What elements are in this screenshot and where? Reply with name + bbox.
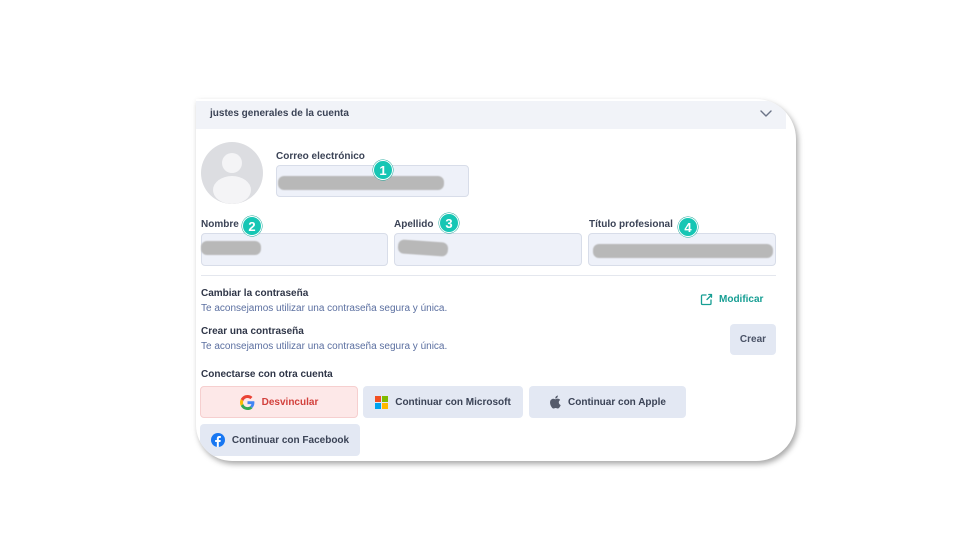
apple-button[interactable]: Continuar con Apple: [529, 386, 686, 418]
create-password-desc: Te aconsejamos utilizar una contraseña s…: [201, 341, 448, 352]
badge-1: 1: [373, 160, 393, 180]
facebook-button[interactable]: Continuar con Facebook: [200, 424, 360, 456]
edit-icon: [700, 293, 713, 306]
last-name-label: Apellido: [394, 219, 434, 230]
create-password-title: Crear una contraseña: [201, 326, 304, 337]
avatar[interactable]: [201, 142, 263, 204]
email-label: Correo electrónico: [276, 151, 365, 162]
section-title: justes generales de la cuenta: [210, 108, 349, 119]
apple-label: Continuar con Apple: [568, 396, 666, 408]
first-name-label: Nombre: [201, 219, 239, 230]
job-title-redacted: [593, 244, 773, 258]
change-password-desc: Te aconsejamos utilizar una contraseña s…: [201, 303, 448, 314]
change-password-title: Cambiar la contraseña: [201, 288, 309, 299]
microsoft-icon: [375, 395, 389, 409]
google-unlink-button[interactable]: Desvincular: [200, 386, 358, 418]
job-title-label: Título profesional: [589, 219, 673, 230]
avatar-head-shape: [222, 153, 242, 173]
modify-password-button[interactable]: Modificar: [700, 293, 763, 306]
page: justes generales de la cuenta Correo ele…: [0, 0, 960, 540]
apple-icon: [550, 395, 561, 409]
modify-label: Modificar: [719, 294, 764, 305]
facebook-icon: [210, 433, 225, 447]
microsoft-label: Continuar con Microsoft: [395, 396, 511, 408]
first-name-redacted: [201, 241, 261, 255]
create-password-button[interactable]: Crear: [730, 324, 776, 355]
badge-2: 2: [242, 216, 262, 236]
facebook-label: Continuar con Facebook: [231, 434, 350, 446]
microsoft-button[interactable]: Continuar con Microsoft: [363, 386, 523, 418]
badge-4: 4: [678, 217, 698, 237]
google-label: Desvincular: [261, 396, 319, 408]
badge-3: 3: [439, 213, 459, 233]
email-redacted: [278, 176, 444, 190]
avatar-body-shape: [213, 176, 251, 204]
google-icon: [239, 394, 255, 410]
divider: [201, 275, 776, 276]
connect-title: Conectarse con otra cuenta: [201, 369, 333, 380]
chevron-down-icon[interactable]: [759, 107, 773, 119]
account-settings-card: justes generales de la cuenta Correo ele…: [196, 99, 796, 461]
